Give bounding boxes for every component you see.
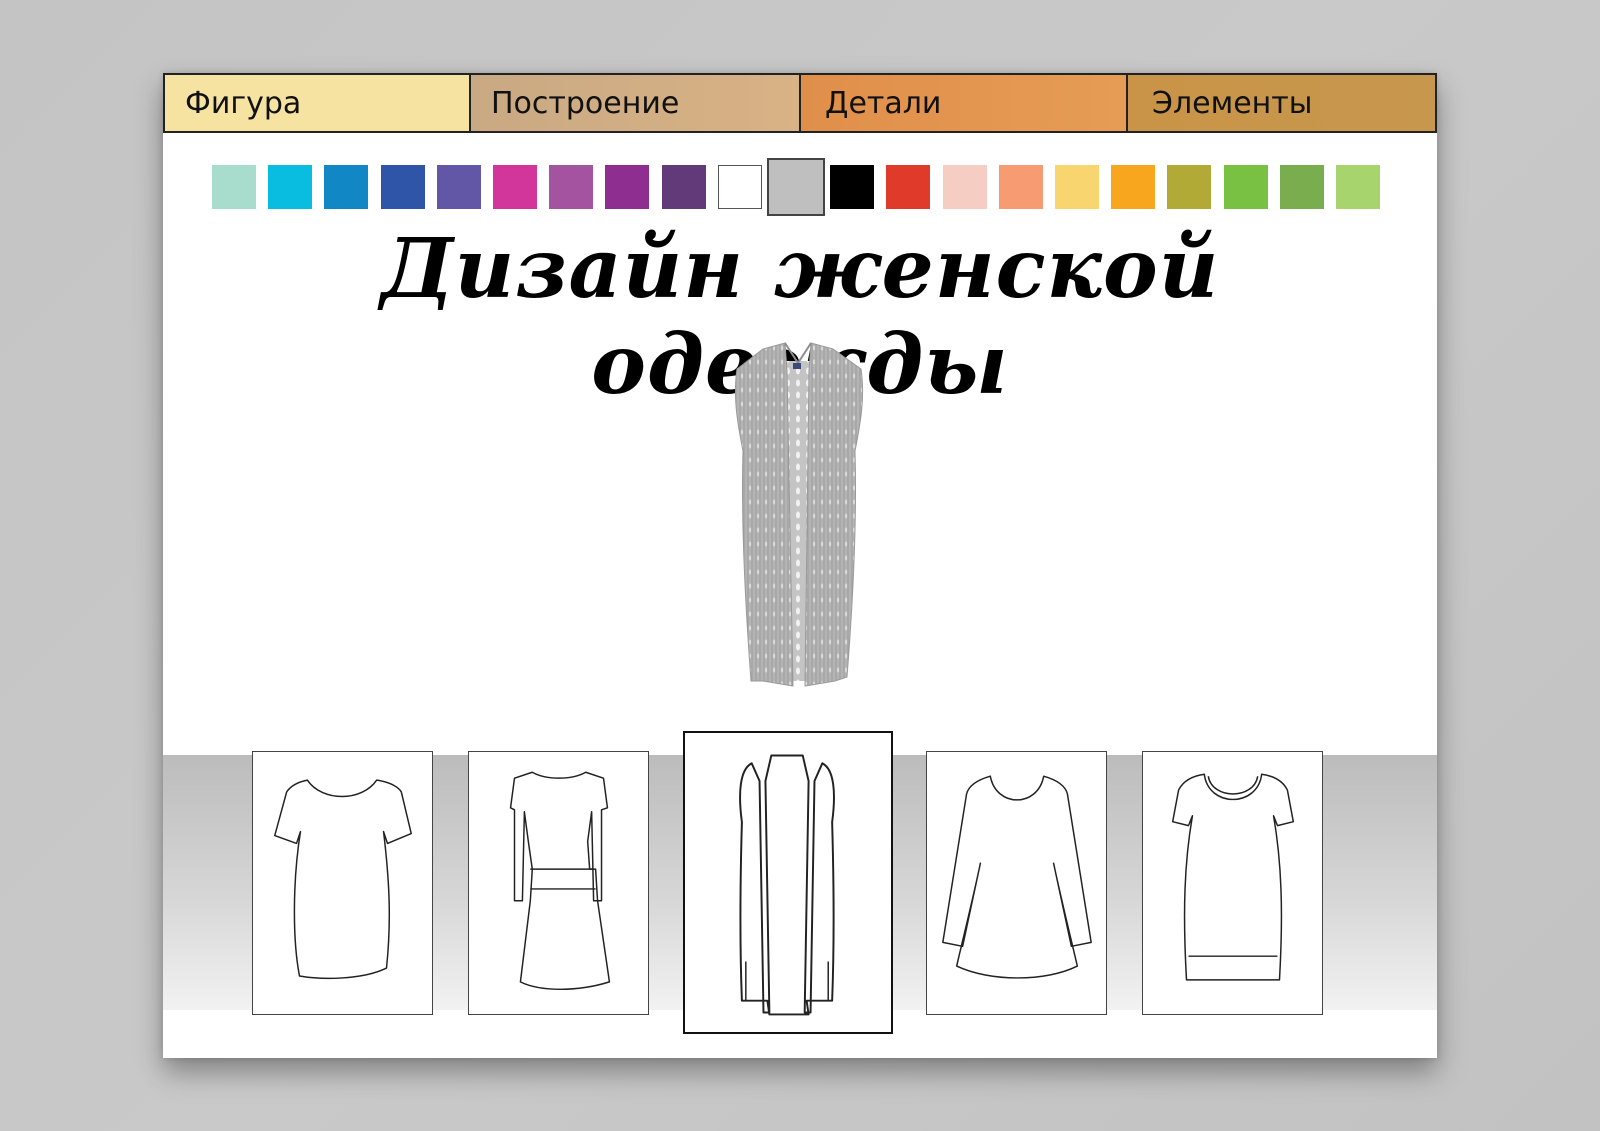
- tab-label: Детали: [825, 85, 942, 121]
- tab-construction[interactable]: Построение: [471, 75, 801, 131]
- color-swatch[interactable]: [436, 165, 481, 209]
- color-swatch[interactable]: [661, 165, 706, 209]
- color-swatch[interactable]: [717, 165, 762, 209]
- tab-bar: Фигура Построение Детали Элементы: [163, 73, 1437, 133]
- color-swatch[interactable]: [268, 165, 313, 209]
- color-swatch[interactable]: [830, 165, 875, 209]
- tab-details[interactable]: Детали: [801, 75, 1128, 131]
- garment-card-vest[interactable]: [683, 731, 893, 1034]
- color-swatch[interactable]: [1167, 165, 1212, 209]
- garment-card-tunic[interactable]: [926, 751, 1107, 1015]
- color-swatch[interactable]: [324, 165, 369, 209]
- garment-card-dress[interactable]: [252, 751, 433, 1015]
- tab-figure[interactable]: Фигура: [165, 75, 471, 131]
- long-dress-sketch-icon: [509, 771, 611, 991]
- dress-sketch-icon: [274, 779, 412, 980]
- tab-elements[interactable]: Элементы: [1128, 75, 1435, 131]
- color-swatch[interactable]: [998, 165, 1043, 209]
- color-swatch[interactable]: [942, 165, 987, 209]
- color-swatch[interactable]: [493, 165, 537, 209]
- color-swatch[interactable]: [605, 165, 650, 209]
- garment-card-top[interactable]: [1142, 751, 1323, 1015]
- tab-label: Фигура: [185, 85, 302, 121]
- tab-label: Элементы: [1152, 85, 1313, 121]
- app-window: Фигура Построение Детали Элементы Дизайн…: [163, 73, 1437, 1058]
- top-sketch-icon: [1171, 773, 1295, 981]
- tab-label: Построение: [491, 85, 680, 121]
- garment-preview: [723, 341, 873, 696]
- color-swatch[interactable]: [1111, 165, 1156, 209]
- color-swatch[interactable]: [549, 165, 594, 209]
- knitted-vest-image: [734, 342, 864, 687]
- color-swatch[interactable]: [1336, 165, 1380, 209]
- color-swatch[interactable]: [767, 158, 825, 216]
- tunic-sketch-icon: [942, 775, 1092, 979]
- vest-sketch-icon: [739, 754, 835, 1016]
- color-swatch[interactable]: [1055, 165, 1099, 209]
- color-swatch[interactable]: [380, 165, 425, 209]
- color-swatch[interactable]: [1279, 165, 1324, 209]
- color-swatch[interactable]: [212, 165, 256, 209]
- color-swatch[interactable]: [1223, 165, 1268, 209]
- color-swatch[interactable]: [886, 165, 931, 209]
- garment-card-long-dress[interactable]: [468, 751, 649, 1015]
